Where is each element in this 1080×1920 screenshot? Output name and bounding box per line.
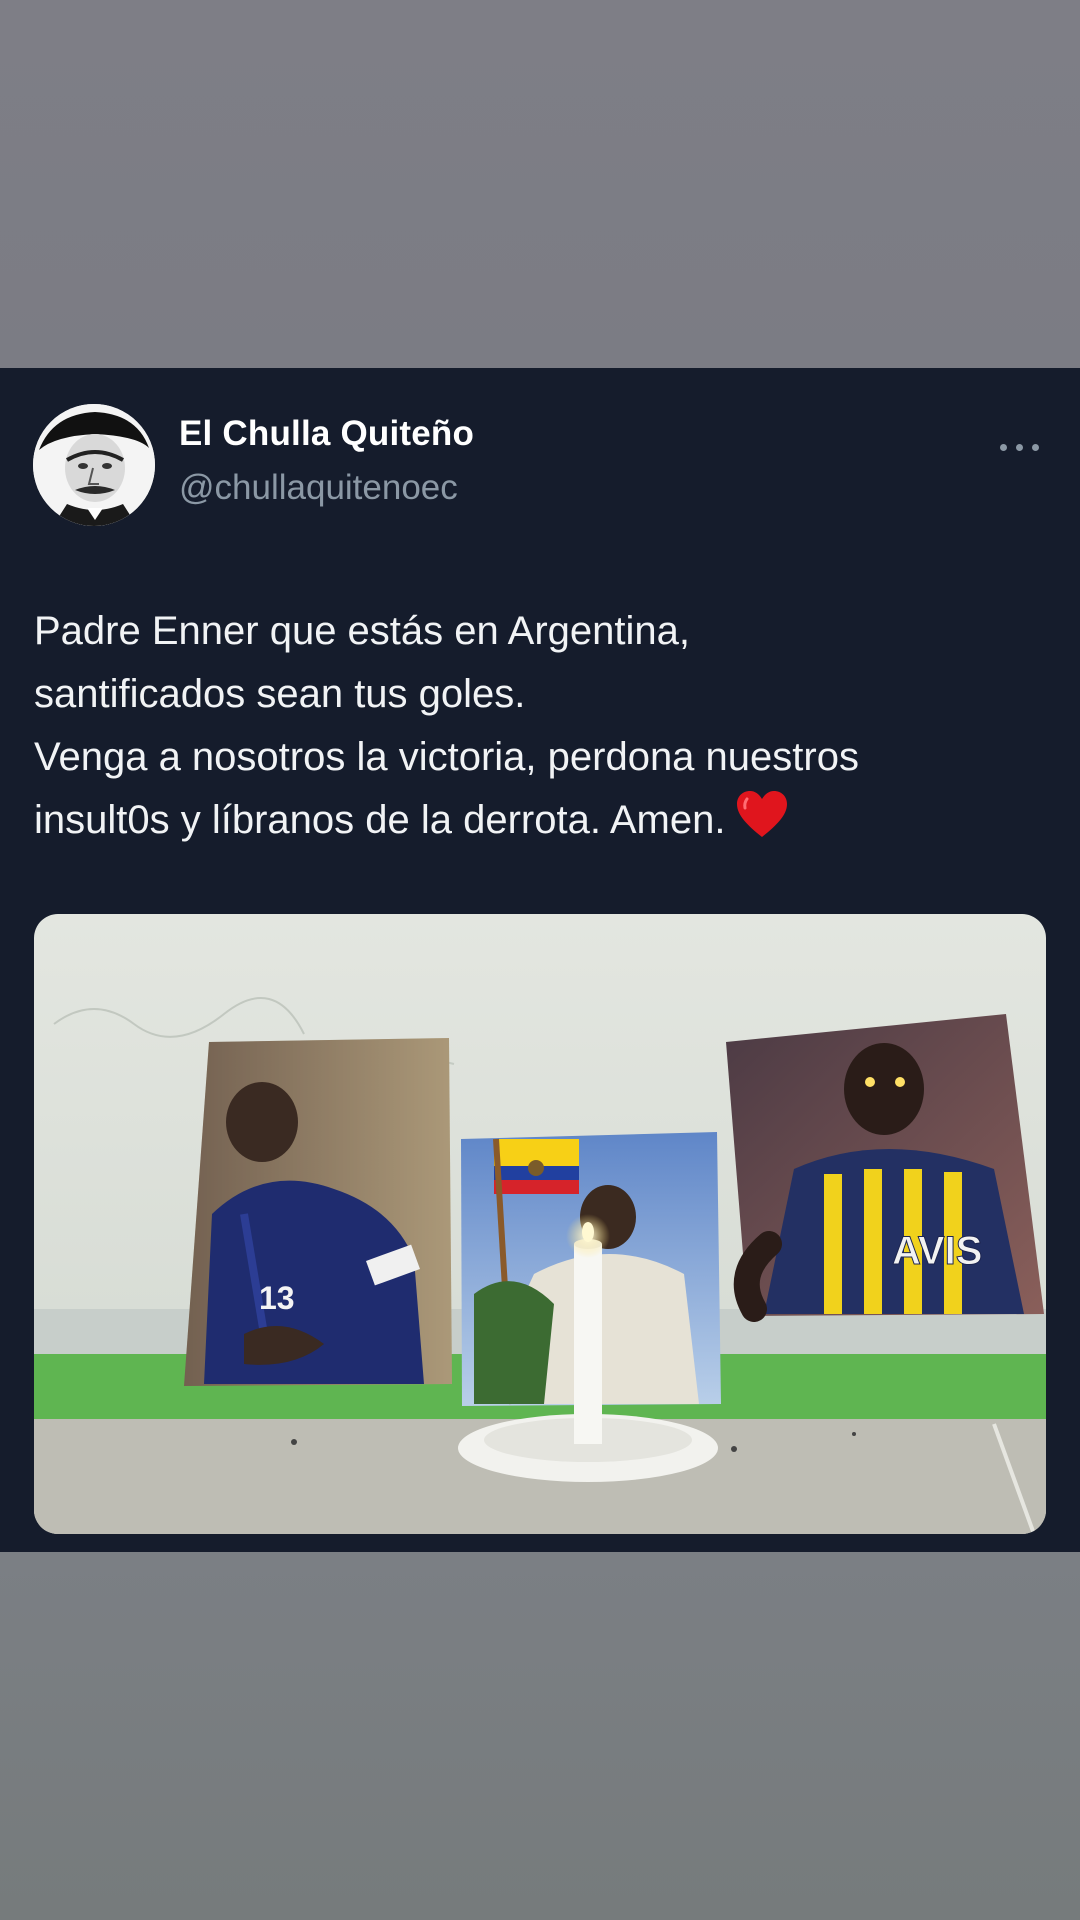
author-handle[interactable]: @chullaquitenoec <box>179 468 458 508</box>
tweet-text-line: Venga a nosotros la victoria, perdona nu… <box>34 735 859 779</box>
tweet-text-line-last: insult0s y líbranos de la derrota. Amen. <box>34 789 1044 858</box>
more-options-dot <box>1016 444 1023 451</box>
background-bottom <box>0 1552 1080 1920</box>
heart-icon <box>735 789 789 858</box>
author-display-name[interactable]: El Chulla Quiteño <box>179 414 474 454</box>
background-top <box>0 0 1080 368</box>
more-options-button[interactable] <box>998 438 1042 458</box>
right-poster: AVIS <box>726 1014 1044 1322</box>
avatar-portrait-icon <box>33 404 155 526</box>
tweet-text-line: insult0s y líbranos de la derrota. Amen. <box>34 798 726 842</box>
sponsor-text: AVIS <box>892 1229 982 1273</box>
tweet-photo[interactable]: 13 AVIS <box>34 914 1046 1534</box>
shirt-number: 13 <box>259 1280 295 1316</box>
more-options-icon <box>1000 444 1007 451</box>
more-options-dot <box>1032 444 1039 451</box>
left-poster: 13 <box>184 1038 452 1386</box>
tweet-text: Padre Enner que estás en Argentina, sant… <box>34 600 1044 858</box>
tweet-card: El Chulla Quiteño @chullaquitenoec Padre… <box>0 368 1080 1552</box>
avatar[interactable] <box>33 404 155 526</box>
altar-photo-image: 13 AVIS <box>34 914 1046 1534</box>
tweet-text-line: santificados sean tus goles. <box>34 672 526 716</box>
tweet-text-line: Padre Enner que estás en Argentina, <box>34 609 691 653</box>
